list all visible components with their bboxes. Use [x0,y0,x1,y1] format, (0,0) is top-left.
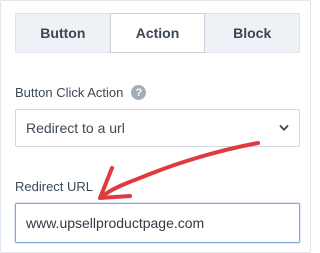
chevron-down-icon [279,125,289,131]
click-action-label: Button Click Action [15,85,124,100]
redirect-url-input[interactable] [15,203,300,243]
tab-button[interactable]: Button [16,14,110,52]
click-action-label-row: Button Click Action? [15,85,147,101]
tab-bar: Button Action Block [15,13,300,53]
action-settings-panel: Button Action Block Button Click Action?… [0,0,311,253]
question-circle-icon[interactable]: ? [131,85,147,101]
redirect-url-label: Redirect URL [15,179,94,194]
tab-block[interactable]: Block [205,14,299,52]
tab-action[interactable]: Action [109,13,206,53]
click-action-select[interactable]: Redirect to a url [15,109,300,147]
click-action-selected-value: Redirect to a url [26,120,125,136]
